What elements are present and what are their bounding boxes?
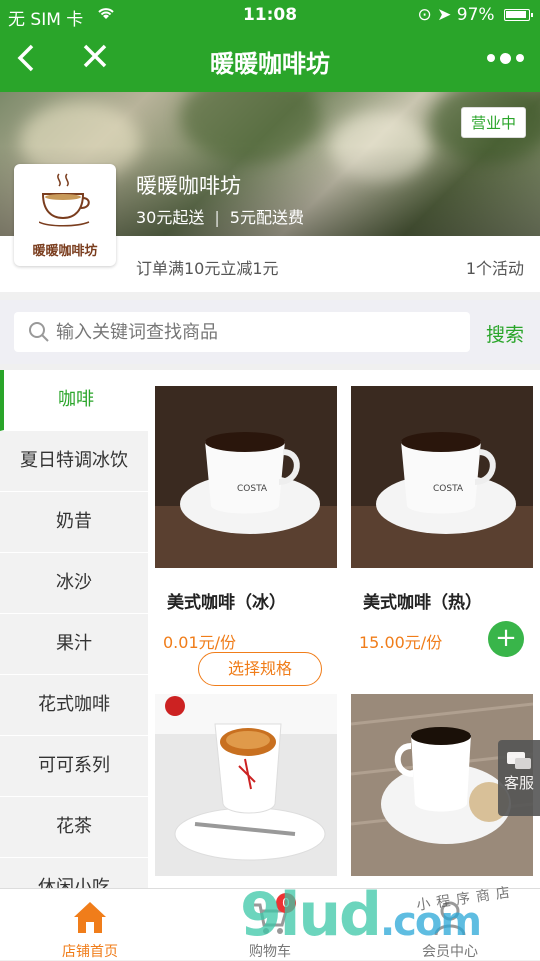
battery-status: ⊙ ➤ 97%: [417, 5, 533, 25]
product-price: 0.01元/份: [163, 633, 237, 652]
location-arrow-icon: ➤: [437, 5, 452, 25]
page-title: 暖暖咖啡坊: [210, 50, 330, 78]
product-name: 美式咖啡（热）: [363, 593, 482, 613]
category-flower-tea[interactable]: 花茶: [0, 797, 148, 858]
search-box[interactable]: [14, 312, 470, 352]
search-button[interactable]: 搜索: [486, 320, 524, 347]
lock-rotation-icon: ⊙: [417, 5, 432, 25]
coffee-cup-icon: [39, 173, 90, 227]
store-meta: 30元起送 | 5元配送费: [136, 208, 304, 227]
tab-home-label: 店铺首页: [62, 944, 118, 960]
home-icon: [70, 897, 110, 937]
store-logo: 暖暖咖啡坊: [14, 164, 116, 266]
category-sidebar: 咖啡 夏日特调冰饮 奶昔 冰沙 果汁 花式咖啡 可可系列 花茶 休闲小吃: [0, 370, 148, 888]
activity-count: 1个活动: [465, 259, 524, 278]
svg-text:COSTA: COSTA: [237, 484, 268, 494]
battery-icon: [504, 9, 533, 21]
search-area: 搜索: [0, 300, 540, 364]
chat-icon: [507, 752, 531, 770]
logo-text: 暖暖咖啡坊: [32, 244, 98, 259]
product-card[interactable]: COSTA 美式咖啡（冰） 0.01元/份: [155, 386, 337, 653]
svg-text:COSTA: COSTA: [433, 484, 464, 494]
category-cocoa[interactable]: 可可系列: [0, 736, 148, 797]
status-bar: 无 SIM 卡 11:08 ⊙ ➤ 97%: [0, 0, 540, 30]
product-image[interactable]: COSTA: [155, 386, 337, 568]
category-summer-iced[interactable]: 夏日特调冰饮: [0, 431, 148, 492]
min-order: 30元起送: [136, 208, 205, 227]
product-image[interactable]: [155, 694, 337, 876]
delivery-fee: 5元配送费: [229, 208, 304, 227]
customer-service-label: 客服: [503, 774, 534, 792]
category-fancy-coffee[interactable]: 花式咖啡: [0, 675, 148, 736]
status-badge: 营业中: [460, 107, 526, 138]
product-card[interactable]: [155, 694, 337, 876]
add-to-cart-button[interactable]: +: [488, 621, 524, 657]
product-card[interactable]: COSTA 美式咖啡（热） 15.00元/份: [351, 386, 533, 653]
search-icon: [28, 321, 50, 347]
select-spec-button[interactable]: 选择规格: [198, 652, 322, 686]
category-milkshake[interactable]: 奶昔: [0, 492, 148, 553]
product-name: 美式咖啡（冰）: [167, 593, 286, 613]
store-name: 暖暖咖啡坊: [136, 174, 241, 198]
category-snacks[interactable]: 休闲小吃: [0, 858, 148, 888]
navigation-bar: 暖暖咖啡坊: [0, 30, 540, 92]
more-menu-icon[interactable]: [487, 52, 524, 64]
tab-home[interactable]: 店铺首页: [0, 889, 180, 961]
category-juice[interactable]: 果汁: [0, 614, 148, 675]
watermark-main: 9lud: [240, 880, 382, 950]
battery-percent: 97%: [456, 5, 495, 25]
customer-service-button[interactable]: 客服: [498, 740, 540, 816]
product-image[interactable]: COSTA: [351, 386, 533, 568]
search-input[interactable]: [56, 317, 456, 347]
product-list: COSTA 美式咖啡（冰） 0.01元/份 COSTA 美式咖啡（热） 15.0…: [148, 370, 540, 888]
category-coffee[interactable]: 咖啡: [0, 370, 148, 431]
promo-text: 订单满10元立减1元: [136, 259, 279, 278]
category-smoothie[interactable]: 冰沙: [0, 553, 148, 614]
